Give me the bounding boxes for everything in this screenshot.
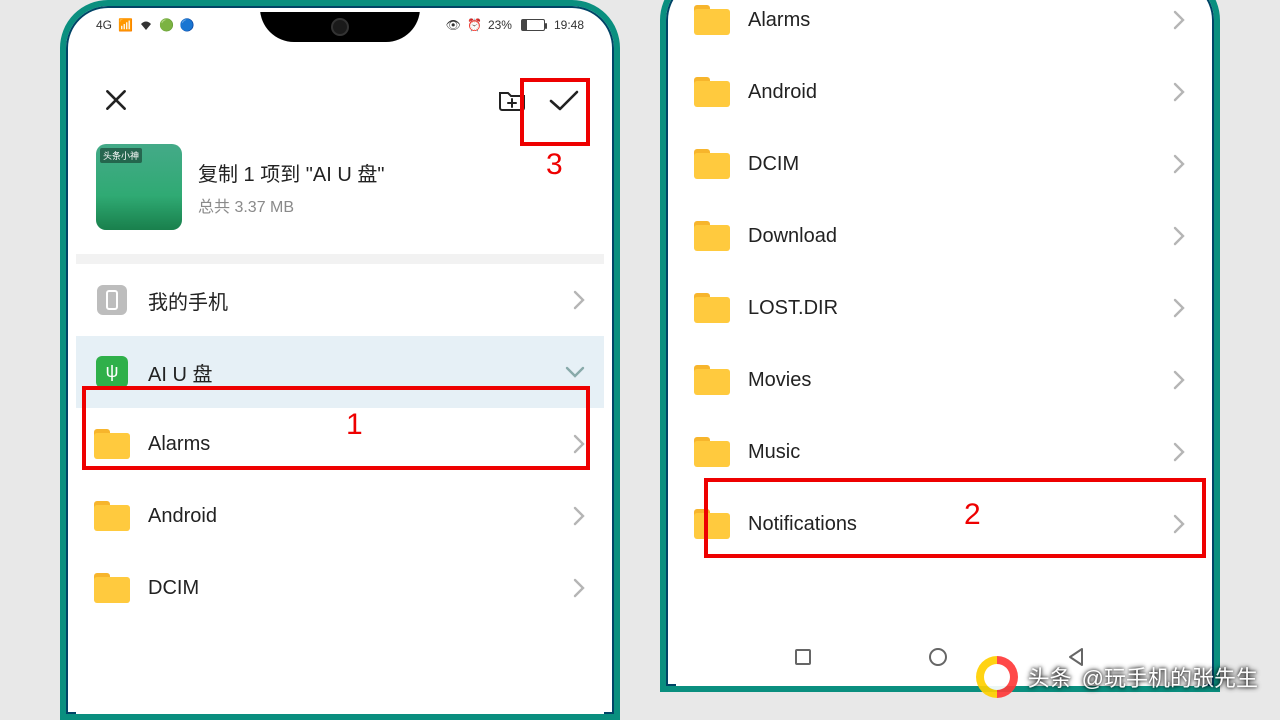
copy-title: 复制 1 项到 "AI U 盘" <box>198 158 384 187</box>
close-button[interactable] <box>94 78 138 122</box>
folder-label: DCIM <box>748 153 799 176</box>
folder-label: Download <box>748 225 837 248</box>
eye-icon: 👁 <box>446 18 461 32</box>
nav-home-icon[interactable] <box>929 648 947 666</box>
location-usb-label: AI U 盘 <box>148 358 212 387</box>
folder-item[interactable]: Android <box>676 56 1204 128</box>
folder-icon <box>694 146 730 182</box>
chevron-right-icon <box>1172 441 1186 463</box>
folder-item[interactable]: LOST.DIR <box>676 272 1204 344</box>
chevron-down-icon <box>564 365 586 379</box>
chevron-right-icon <box>572 577 586 599</box>
chevron-right-icon <box>1172 513 1186 535</box>
copy-size: 总共 3.37 MB <box>198 193 384 217</box>
folder-icon <box>94 570 130 606</box>
notch: 4G 📶 🟢 🔵 👁 ⏰ 23% 19:48 <box>76 12 604 50</box>
location-usb[interactable]: AI U 盘 <box>76 336 604 408</box>
phone-storage-icon <box>94 282 130 318</box>
folder-label: Android <box>748 81 817 104</box>
folder-label: Alarms <box>148 433 210 456</box>
chevron-right-icon <box>1172 81 1186 103</box>
folder-label: Android <box>148 505 217 528</box>
phone-frame-left: 4G 📶 🟢 🔵 👁 ⏰ 23% 19:48 <box>60 0 620 720</box>
folder-icon <box>694 434 730 470</box>
usb-icon <box>94 354 130 390</box>
copy-info-card: 头条小神 复制 1 项到 "AI U 盘" 总共 3.37 MB <box>76 130 604 264</box>
folder-label: Movies <box>748 369 811 392</box>
folder-icon <box>694 290 730 326</box>
folder-icon <box>694 506 730 542</box>
appbar <box>76 50 604 130</box>
new-folder-button[interactable] <box>490 78 534 122</box>
chevron-right-icon <box>1172 9 1186 31</box>
signal-icon: 📶 <box>118 18 133 32</box>
folder-item[interactable]: Alarms <box>76 408 604 480</box>
folder-label: Notifications <box>748 513 857 536</box>
folder-item[interactable]: Alarms <box>676 0 1204 56</box>
folder-label: LOST.DIR <box>748 297 838 320</box>
app-small-icon: 🔵 <box>180 18 195 32</box>
battery-pct: 23% <box>488 18 512 32</box>
folder-icon <box>694 218 730 254</box>
app-small-icon: 🟢 <box>159 18 174 32</box>
phone-frame-right: Alarms Android DCIM Download LOST.DIR Mo… <box>660 0 1220 692</box>
file-thumbnail: 头条小神 <box>96 144 182 230</box>
location-phone-label: 我的手机 <box>148 286 228 315</box>
folder-icon <box>694 74 730 110</box>
screen-left: 4G 📶 🟢 🔵 👁 ⏰ 23% 19:48 <box>76 12 604 714</box>
chevron-right-icon <box>1172 297 1186 319</box>
folder-item-music[interactable]: Music <box>676 416 1204 488</box>
chevron-right-icon <box>572 433 586 455</box>
watermark: 头条 @玩手机的张先生 <box>976 656 1258 698</box>
chevron-right-icon <box>572 505 586 527</box>
side-button <box>1218 218 1220 308</box>
folder-item[interactable]: DCIM <box>76 552 604 624</box>
folder-label: Alarms <box>748 9 810 32</box>
side-button <box>1218 338 1220 398</box>
thumb-badge: 头条小神 <box>100 148 142 163</box>
confirm-button[interactable] <box>542 78 586 122</box>
screen-right: Alarms Android DCIM Download LOST.DIR Mo… <box>676 0 1204 686</box>
wifi-icon <box>139 19 153 31</box>
battery-icon <box>521 19 545 31</box>
chevron-right-icon <box>1172 225 1186 247</box>
side-button <box>618 366 620 426</box>
chevron-right-icon <box>572 289 586 311</box>
folder-icon <box>694 2 730 38</box>
network-label: 4G <box>96 18 112 32</box>
side-button <box>618 446 620 506</box>
folder-item[interactable]: Movies <box>676 344 1204 416</box>
folder-icon <box>94 426 130 462</box>
alarm-icon: ⏰ <box>467 18 482 32</box>
chevron-right-icon <box>1172 369 1186 391</box>
folder-item[interactable]: Download <box>676 200 1204 272</box>
toutiao-logo-icon <box>976 656 1018 698</box>
watermark-text: @玩手机的张先生 <box>1082 661 1258 693</box>
folder-item[interactable]: DCIM <box>676 128 1204 200</box>
watermark-prefix: 头条 <box>1028 661 1072 693</box>
side-button <box>618 246 620 336</box>
folder-icon <box>94 498 130 534</box>
location-phone[interactable]: 我的手机 <box>76 264 604 336</box>
nav-recent-icon[interactable] <box>795 649 811 665</box>
folder-label: Music <box>748 441 800 464</box>
folder-item[interactable]: Notifications <box>676 488 1204 560</box>
folder-label: DCIM <box>148 577 199 600</box>
folder-icon <box>694 362 730 398</box>
clock-text: 19:48 <box>554 18 584 32</box>
folder-item[interactable]: Android <box>76 480 604 552</box>
chevron-right-icon <box>1172 153 1186 175</box>
